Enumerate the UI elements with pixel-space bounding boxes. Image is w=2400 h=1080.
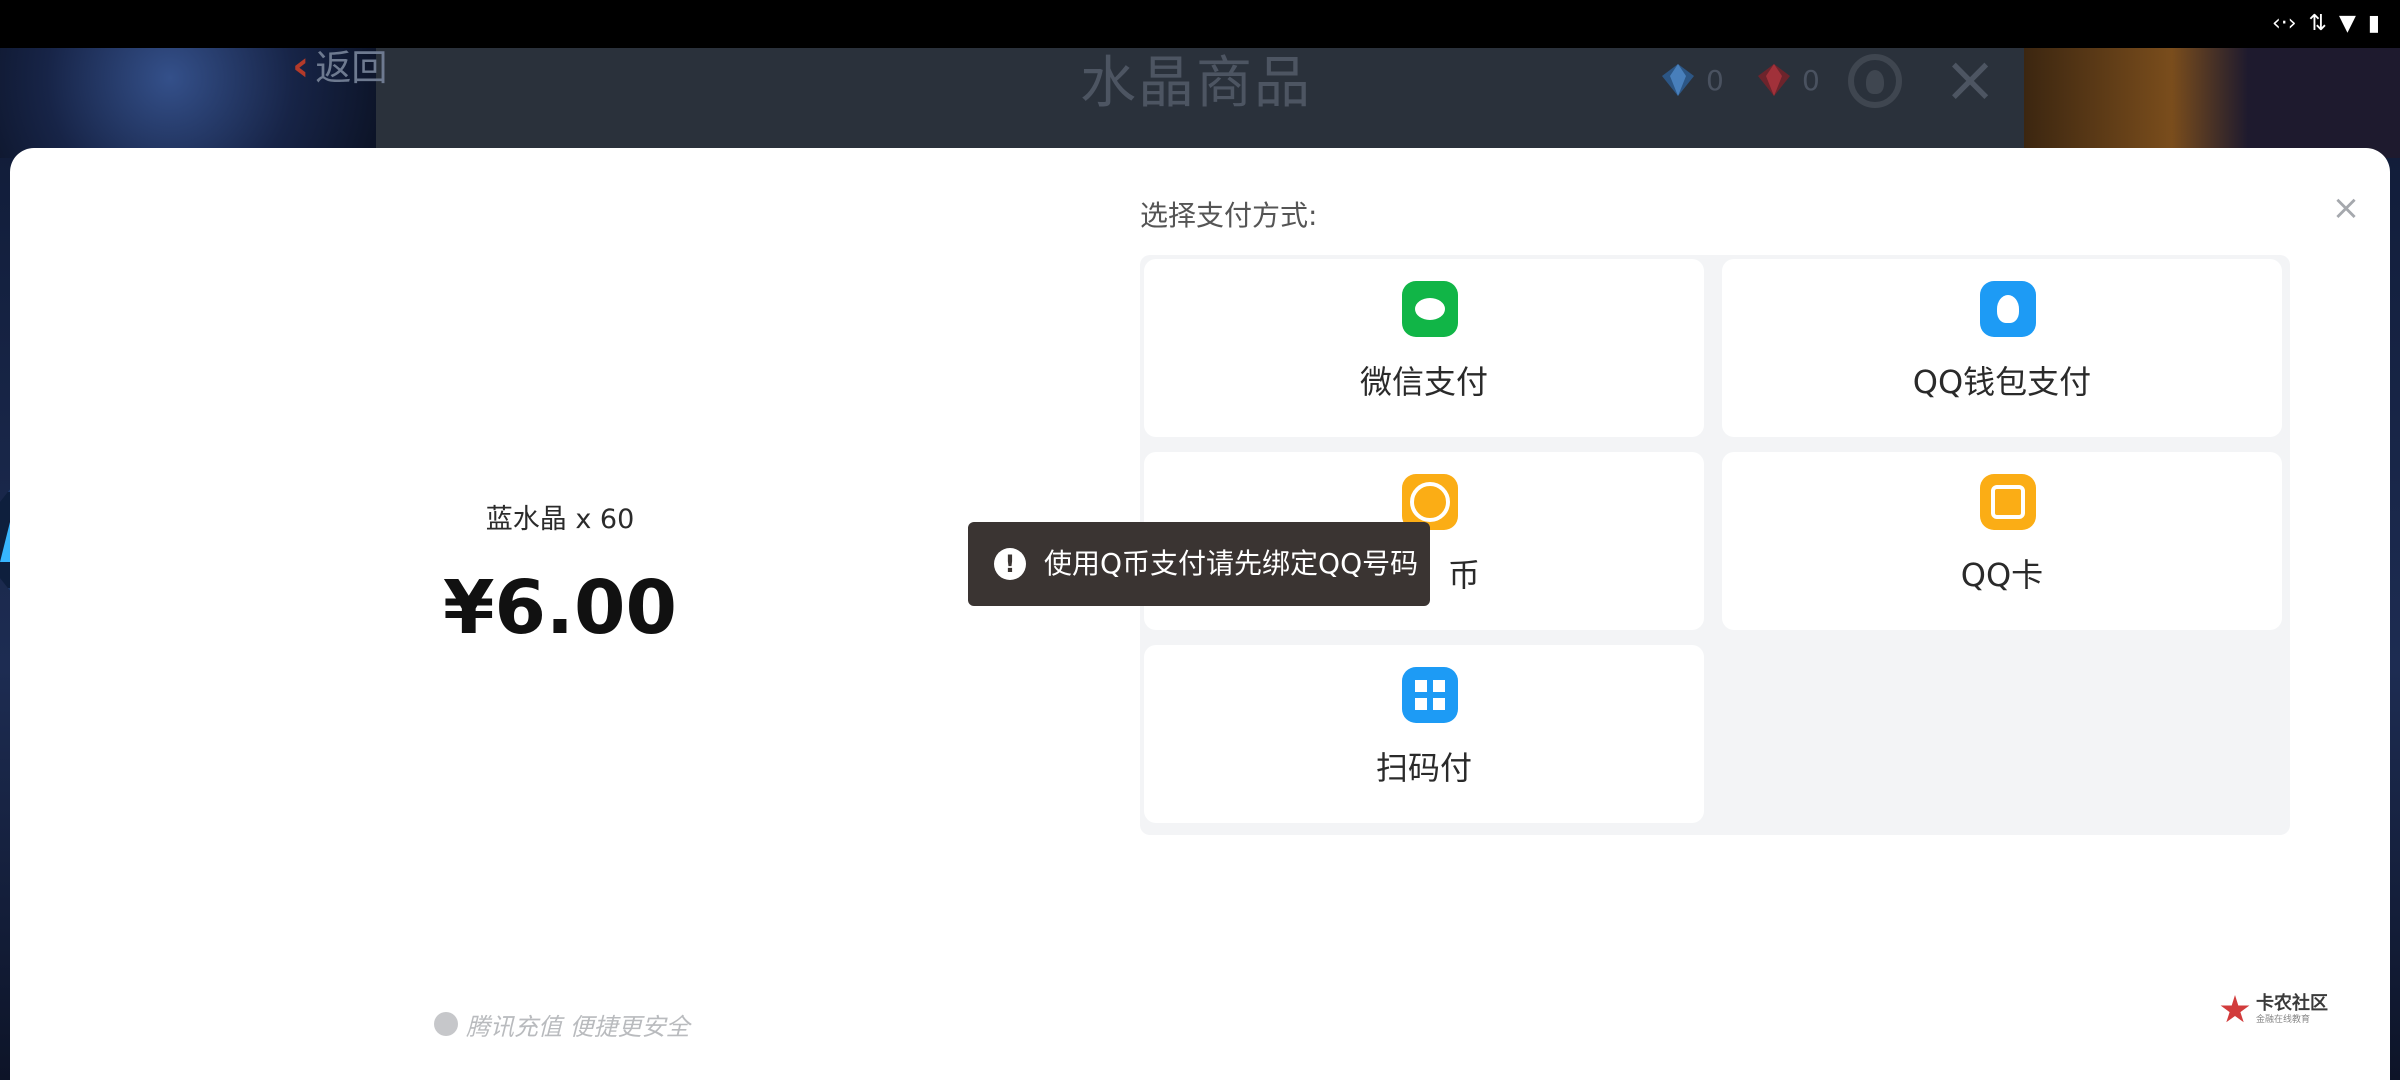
blue-crystal-count: 0 bbox=[1706, 63, 1724, 97]
shop-close-button[interactable]: × bbox=[1940, 48, 2000, 112]
tencent-recharge-icon bbox=[434, 1012, 458, 1036]
toast-text: 使用Q币支付请先绑定QQ号码 bbox=[1044, 547, 1419, 580]
payment-option-label: 扫码付 bbox=[1375, 749, 1472, 787]
red-crystal-count: 0 bbox=[1802, 63, 1820, 97]
blue-crystal-icon bbox=[1662, 64, 1694, 96]
payment-option-label: 微信支付 bbox=[1359, 363, 1488, 401]
signal-arrows-icon: ⇅ bbox=[2308, 11, 2327, 36]
toast-message: ! 使用Q币支付请先绑定QQ号码 bbox=[968, 522, 1430, 606]
payment-close-button[interactable]: × bbox=[2326, 188, 2366, 228]
qq-service-icon[interactable] bbox=[1848, 54, 1902, 108]
back-button[interactable]: ‹ 返回 bbox=[292, 40, 387, 90]
wifi-icon: ▼ bbox=[2338, 11, 2356, 36]
red-crystal-balance: 0 bbox=[1756, 60, 1820, 100]
qq-wallet-icon bbox=[1980, 281, 2036, 337]
payment-method-label: 选择支付方式: bbox=[1140, 199, 1318, 232]
payment-option-scan-code[interactable]: 扫码付 bbox=[1144, 645, 1704, 823]
qq-card-icon bbox=[1980, 474, 2036, 530]
product-price: ¥6.00 bbox=[442, 565, 678, 651]
screen: ‹·› ⇅ ▼ ▮ ‹ 返回 水晶商品 0 0 × × 蓝水晶 x 60 ¥6.… bbox=[0, 0, 2400, 1080]
data-transfer-icon: ‹·› bbox=[2271, 11, 2297, 36]
chevron-left-icon: ‹ bbox=[292, 40, 310, 90]
blue-crystal-balance: 0 bbox=[1660, 60, 1724, 100]
exclamation-icon: ! bbox=[994, 548, 1026, 580]
footer-security-note: 腾讯充值 便捷更安全 bbox=[434, 1006, 690, 1042]
watermark-text: 卡农社区 金融在线教育 bbox=[2256, 995, 2328, 1025]
watermark: 卡农社区 金融在线教育 bbox=[2220, 990, 2340, 1030]
watermark-logo-icon bbox=[2220, 995, 2250, 1023]
payment-option-qq-card[interactable]: QQ卡 bbox=[1722, 452, 2282, 630]
product-name: 蓝水晶 x 60 bbox=[485, 504, 635, 535]
payment-option-label: QQ卡 bbox=[1960, 556, 2044, 594]
game-scene-right bbox=[2020, 48, 2400, 158]
payment-option-qq-wallet[interactable]: QQ钱包支付 bbox=[1722, 259, 2282, 437]
back-label: 返回 bbox=[315, 48, 388, 89]
battery-icon: ▮ bbox=[2367, 11, 2380, 36]
footer-text: 腾讯充值 便捷更安全 bbox=[466, 1012, 690, 1041]
wechat-icon bbox=[1402, 281, 1458, 337]
status-icons: ‹·› ⇅ ▼ ▮ bbox=[2272, 8, 2380, 40]
scan-code-icon bbox=[1402, 667, 1458, 723]
payment-option-wechat[interactable]: 微信支付 bbox=[1144, 259, 1704, 437]
watermark-sub: 金融在线教育 bbox=[2256, 1015, 2311, 1025]
red-crystal-icon bbox=[1758, 64, 1790, 96]
payment-option-label: QQ钱包支付 bbox=[1912, 363, 2092, 401]
shop-title: 水晶商品 bbox=[1080, 51, 1312, 116]
watermark-main: 卡农社区 bbox=[2256, 993, 2328, 1014]
